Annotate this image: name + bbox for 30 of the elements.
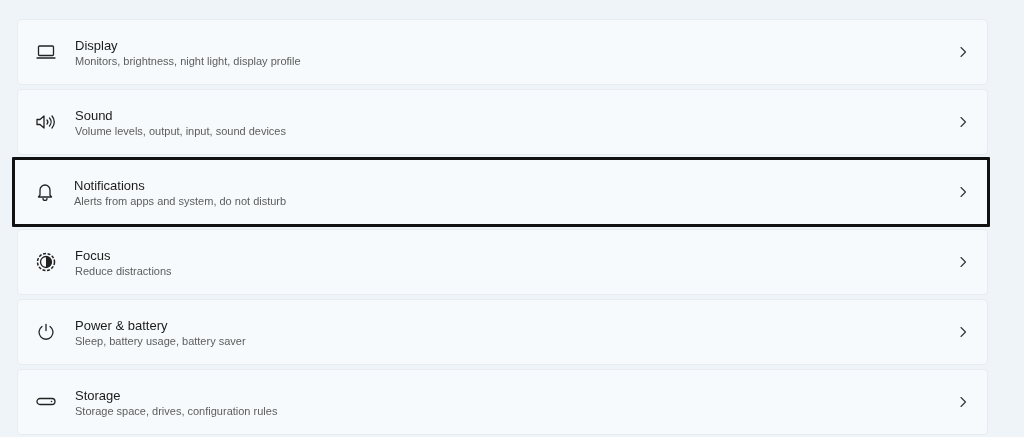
bell-icon (37, 183, 53, 201)
item-description: Volume levels, output, input, sound devices (75, 124, 286, 137)
drive-icon (36, 397, 56, 407)
item-title: Focus (75, 247, 111, 263)
chevron-icon (959, 326, 967, 338)
item-description: Reduce distractions (75, 264, 172, 277)
chevron-icon (959, 46, 967, 58)
settings-item[interactable]: Storage Storage space, drives, configuration rules (17, 369, 988, 435)
settings-item[interactable]: Power & battery Sleep, battery usage, battery saver (17, 299, 988, 365)
power-icon (37, 323, 55, 341)
item-title: Storage (75, 387, 121, 403)
settings-item[interactable]: Focus Reduce distractions (17, 229, 988, 295)
chevron-icon (959, 116, 967, 128)
settings-item[interactable]: Sound Volume levels, output, input, sound devices (17, 89, 988, 155)
settings-item[interactable]: Notifications Alerts from apps and system, do not disturb (12, 157, 990, 227)
speaker-icon (36, 114, 56, 130)
item-title: Display (75, 37, 118, 53)
item-title: Power & battery (75, 317, 168, 333)
item-description: Alerts from apps and system, do not disturb (74, 194, 287, 207)
chevron-icon (959, 396, 967, 408)
settings-item[interactable]: Display Monitors, brightness, night light, display profile (17, 19, 988, 85)
focus-icon (36, 252, 56, 272)
item-description: Storage space, drives, configuration rules (75, 404, 278, 417)
chevron-icon (959, 186, 967, 198)
item-title: Sound (75, 107, 113, 123)
laptop-icon (36, 45, 56, 59)
chevron-icon (959, 256, 967, 268)
item-title: Notifications (74, 177, 145, 193)
item-description: Monitors, brightness, night light, display profile (75, 54, 301, 67)
item-description: Sleep, battery usage, battery saver (75, 334, 246, 347)
